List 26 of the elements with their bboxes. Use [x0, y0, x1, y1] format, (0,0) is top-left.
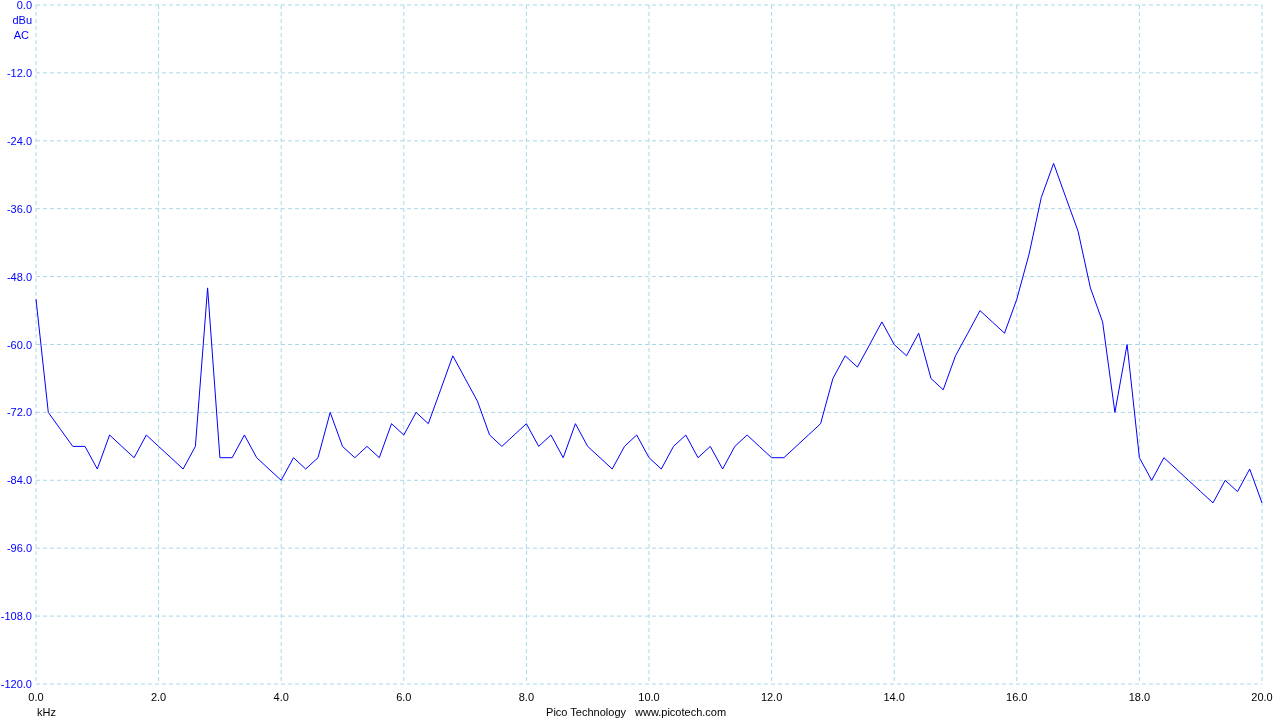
y-axis-label: -72.0 — [6, 406, 32, 419]
x-axis-label: 4.0 — [273, 691, 289, 703]
x-axis-unit: kHz — [37, 706, 56, 718]
y-axis-label: 0.0 — [16, 0, 32, 11]
x-axis-label: 14.0 — [883, 691, 905, 703]
y-axis-label: -108.0 — [0, 610, 32, 623]
y-axis-label: -84.0 — [6, 474, 32, 487]
unit-label: dBu — [12, 14, 32, 26]
y-axis-label: -36.0 — [6, 202, 32, 215]
y-axis-label: -24.0 — [6, 134, 32, 147]
x-axis-label: 12.0 — [760, 691, 783, 703]
x-axis-label: 10.0 — [638, 691, 660, 703]
y-axis-label: -60.0 — [6, 338, 32, 351]
x-axis-label: 6.0 — [396, 691, 412, 703]
x-axis-label: 8.0 — [518, 691, 535, 703]
y-axis-label: -48.0 — [6, 270, 32, 283]
x-axis-label: 2.0 — [150, 691, 167, 703]
x-axis-label: 20.0 — [1251, 691, 1273, 703]
y-axis-label: -120.0 — [0, 678, 32, 690]
x-axis-label: 18.0 — [1128, 691, 1151, 703]
coupling-label: AC — [13, 29, 29, 41]
y-axis-label: -12.0 — [6, 66, 32, 79]
company-name: Pico Technology — [546, 706, 626, 718]
x-axis-label: 0.0 — [28, 691, 44, 703]
y-axis-label: -96.0 — [6, 542, 32, 555]
x-axis-label: 16.0 — [1006, 691, 1028, 703]
